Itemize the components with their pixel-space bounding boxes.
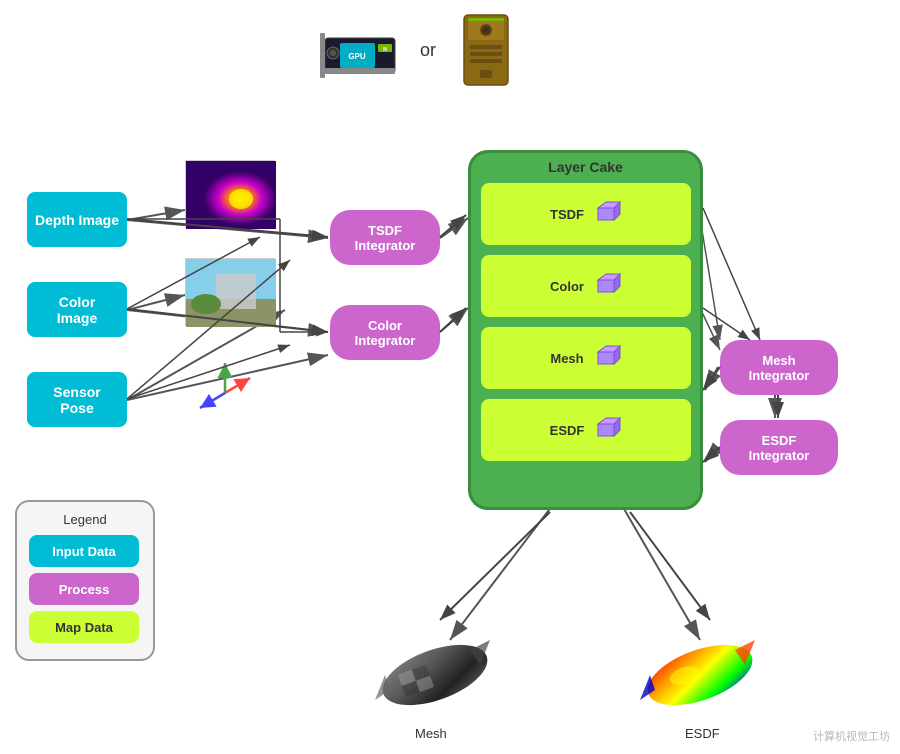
legend-map-data: Map Data [29, 611, 139, 643]
esdf-output-label: ESDF [685, 726, 720, 741]
mesh-layer: Mesh [481, 327, 691, 389]
legend-box: Legend Input Data Process Map Data [15, 500, 155, 661]
legend-process: Process [29, 573, 139, 605]
depth-image-thumb [185, 160, 275, 228]
tsdf-integrator-box: TSDFIntegrator [330, 210, 440, 265]
hardware-section: GPU N or [320, 10, 516, 90]
esdf-layer: ESDF [481, 399, 691, 461]
watermark: 计算机视觉工坊 [813, 728, 890, 744]
svg-text:GPU: GPU [348, 52, 366, 61]
legend-input-data: Input Data [29, 535, 139, 567]
color-layer: Color [481, 255, 691, 317]
depth-image-box: Depth Image [27, 192, 127, 247]
tsdf-layer: TSDF [481, 183, 691, 245]
mesh-output-image [370, 620, 480, 710]
gpu-card-icon: GPU N [320, 18, 400, 83]
layer-cake: Layer Cake TSDF Color Mesh [468, 150, 703, 510]
legend-title: Legend [29, 512, 141, 527]
esdf-integrator-box: ESDFIntegrator [720, 420, 838, 475]
layer-cake-title: Layer Cake [471, 153, 700, 179]
mesh-integrator-box: MeshIntegrator [720, 340, 838, 395]
color-image-thumb [185, 258, 275, 326]
svg-text:N: N [383, 47, 387, 53]
mesh-output-label: Mesh [415, 726, 447, 741]
or-label: or [420, 40, 436, 61]
server-icon [456, 10, 516, 90]
esdf-output-image [635, 620, 745, 710]
diagram-container: GPU N or Depth Image [0, 0, 900, 754]
sensor-pose-box: SensorPose [27, 372, 127, 427]
color-image-box: ColorImage [27, 282, 127, 337]
color-integrator-box: ColorIntegrator [330, 305, 440, 360]
sensor-pose-axes [195, 358, 255, 418]
